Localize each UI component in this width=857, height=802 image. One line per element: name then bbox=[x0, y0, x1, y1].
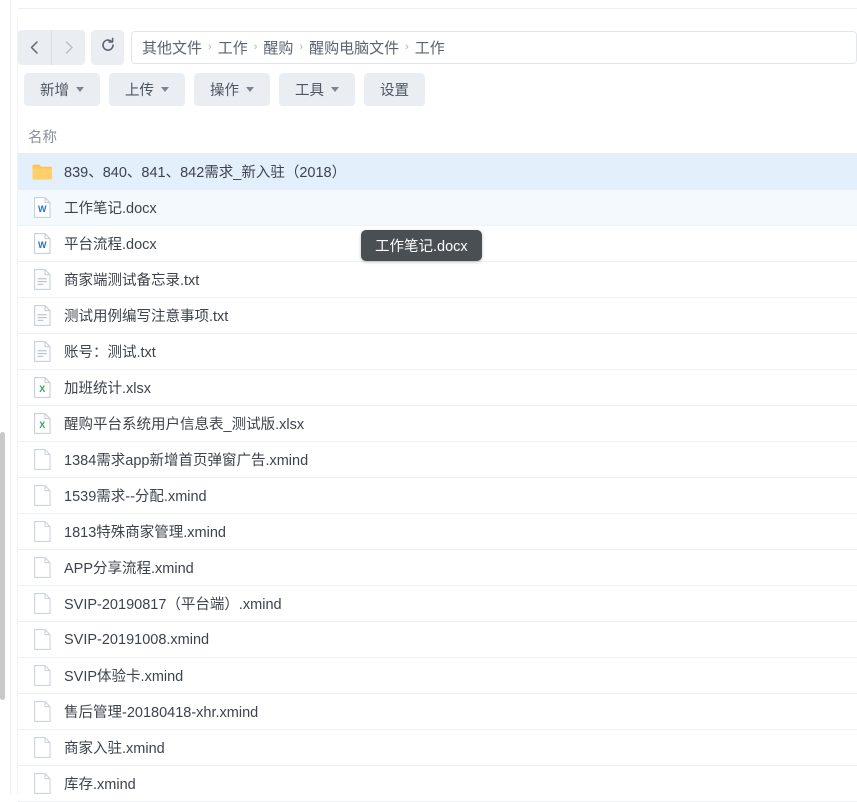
blank-file-icon bbox=[30, 521, 54, 542]
blank-file-icon bbox=[30, 557, 54, 578]
chevron-down-icon bbox=[246, 87, 254, 92]
word-file-icon: W bbox=[30, 233, 54, 254]
main-content: 其他文件 › 工作 › 醒购 › 醒购电脑文件 › 工作 新增 上传 操作 工具… bbox=[18, 0, 857, 802]
actions-button[interactable]: 操作 bbox=[194, 73, 270, 106]
column-header-name[interactable]: 名称 bbox=[28, 126, 57, 147]
file-name[interactable]: 1539需求--分配.xmind bbox=[64, 485, 207, 506]
file-name[interactable]: 库存.xmind bbox=[64, 773, 136, 794]
word-file-icon: W bbox=[30, 197, 54, 218]
blank-file-icon bbox=[30, 485, 54, 506]
refresh-icon bbox=[100, 37, 116, 58]
file-name[interactable]: SVIP-20191008.xmind bbox=[64, 632, 209, 648]
blank-file-icon bbox=[30, 737, 54, 758]
text-file-icon bbox=[30, 305, 54, 326]
blank-file-icon bbox=[30, 593, 54, 614]
file-row[interactable]: X 加班统计.xlsx bbox=[18, 370, 857, 406]
settings-button-label: 设置 bbox=[380, 83, 409, 99]
file-row[interactable]: 商家端测试备忘录.txt bbox=[18, 262, 857, 298]
tools-button-label: 工具 bbox=[295, 83, 324, 99]
breadcrumb-item-1[interactable]: 工作 bbox=[218, 37, 248, 58]
file-name[interactable]: 醒购平台系统用户信息表_测试版.xlsx bbox=[64, 413, 304, 434]
upload-button-label: 上传 bbox=[125, 83, 154, 99]
blank-file-icon bbox=[30, 701, 54, 722]
breadcrumb-bar[interactable]: 其他文件 › 工作 › 醒购 › 醒购电脑文件 › 工作 bbox=[131, 31, 857, 64]
file-row[interactable]: 库存.xmind bbox=[18, 766, 857, 802]
file-row[interactable]: 商家入驻.xmind bbox=[18, 730, 857, 766]
page-scrollbar[interactable] bbox=[0, 0, 6, 794]
chevron-down-icon bbox=[76, 87, 84, 92]
file-row[interactable]: 账号：测试.txt bbox=[18, 334, 857, 370]
forward-button[interactable] bbox=[52, 30, 85, 65]
file-name[interactable]: SVIP-20190817（平台端）.xmind bbox=[64, 593, 282, 614]
file-name[interactable]: 1813特殊商家管理.xmind bbox=[64, 521, 226, 542]
svg-text:W: W bbox=[38, 240, 47, 250]
svg-text:X: X bbox=[39, 384, 45, 394]
svg-text:W: W bbox=[38, 204, 47, 214]
text-file-icon bbox=[30, 341, 54, 362]
breadcrumb-separator: › bbox=[299, 40, 304, 53]
list-header: 名称 bbox=[18, 118, 857, 154]
nav-history-group bbox=[18, 30, 85, 65]
folder-icon bbox=[30, 163, 54, 180]
file-row[interactable]: 1384需求app新增首页弹窗广告.xmind bbox=[18, 442, 857, 478]
file-name[interactable]: 账号：测试.txt bbox=[64, 341, 156, 362]
breadcrumb-separator: › bbox=[253, 40, 258, 53]
left-divider-outer bbox=[10, 0, 11, 794]
navigation-bar: 其他文件 › 工作 › 醒购 › 醒购电脑文件 › 工作 bbox=[18, 30, 857, 65]
file-name[interactable]: SVIP体验卡.xmind bbox=[64, 665, 183, 686]
file-name[interactable]: 1384需求app新增首页弹窗广告.xmind bbox=[64, 449, 308, 470]
new-button[interactable]: 新增 bbox=[24, 73, 100, 106]
file-name[interactable]: 商家入驻.xmind bbox=[64, 737, 165, 758]
breadcrumb-item-2[interactable]: 醒购 bbox=[263, 37, 293, 58]
chevron-down-icon bbox=[331, 87, 339, 92]
file-row[interactable]: 1539需求--分配.xmind bbox=[18, 478, 857, 514]
chevron-right-icon bbox=[62, 40, 75, 55]
file-row[interactable]: W 工作笔记.docx bbox=[18, 190, 857, 226]
file-name[interactable]: 工作笔记.docx bbox=[64, 197, 157, 218]
breadcrumb-item-3[interactable]: 醒购电脑文件 bbox=[309, 37, 399, 58]
back-button[interactable] bbox=[18, 30, 52, 65]
top-divider bbox=[18, 8, 857, 9]
blank-file-icon bbox=[30, 449, 54, 470]
toolbar: 新增 上传 操作 工具 设置 bbox=[24, 73, 425, 106]
breadcrumb-item-4[interactable]: 工作 bbox=[415, 37, 445, 58]
file-row[interactable]: 839、840、841、842需求_新入驻（2018） bbox=[18, 154, 857, 190]
settings-button[interactable]: 设置 bbox=[364, 73, 425, 106]
text-file-icon bbox=[30, 269, 54, 290]
file-row[interactable]: SVIP-20190817（平台端）.xmind bbox=[18, 586, 857, 622]
breadcrumb-item-0[interactable]: 其他文件 bbox=[142, 37, 202, 58]
blank-file-icon bbox=[30, 629, 54, 650]
file-name-tooltip: 工作笔记.docx bbox=[361, 230, 482, 261]
chevron-left-icon bbox=[28, 40, 41, 55]
blank-file-icon bbox=[30, 773, 54, 794]
svg-text:X: X bbox=[39, 420, 45, 430]
file-name[interactable]: APP分享流程.xmind bbox=[64, 557, 194, 578]
file-row[interactable]: 售后管理-20180418-xhr.xmind bbox=[18, 694, 857, 730]
new-button-label: 新增 bbox=[40, 83, 69, 99]
file-row[interactable]: SVIP体验卡.xmind bbox=[18, 658, 857, 694]
excel-file-icon: X bbox=[30, 377, 54, 398]
blank-file-icon bbox=[30, 665, 54, 686]
chevron-down-icon bbox=[161, 87, 169, 92]
page-scrollbar-thumb[interactable] bbox=[0, 432, 5, 700]
file-manager-page: 其他文件 › 工作 › 醒购 › 醒购电脑文件 › 工作 新增 上传 操作 工具… bbox=[0, 0, 857, 802]
breadcrumb-separator: › bbox=[405, 40, 409, 53]
file-name[interactable]: 商家端测试备忘录.txt bbox=[64, 269, 199, 290]
file-name[interactable]: 平台流程.docx bbox=[64, 233, 157, 254]
file-row[interactable]: 测试用例编写注意事项.txt bbox=[18, 298, 857, 334]
file-name[interactable]: 839、840、841、842需求_新入驻（2018） bbox=[64, 161, 346, 182]
file-name[interactable]: 测试用例编写注意事项.txt bbox=[64, 305, 228, 326]
file-name[interactable]: 加班统计.xlsx bbox=[64, 377, 151, 398]
upload-button[interactable]: 上传 bbox=[109, 73, 185, 106]
file-row[interactable]: SVIP-20191008.xmind bbox=[18, 622, 857, 658]
file-row[interactable]: 1813特殊商家管理.xmind bbox=[18, 514, 857, 550]
breadcrumb-separator: › bbox=[208, 40, 212, 53]
file-row[interactable]: APP分享流程.xmind bbox=[18, 550, 857, 586]
tools-button[interactable]: 工具 bbox=[279, 73, 355, 106]
file-row[interactable]: X 醒购平台系统用户信息表_测试版.xlsx bbox=[18, 406, 857, 442]
actions-button-label: 操作 bbox=[210, 83, 239, 99]
file-name[interactable]: 售后管理-20180418-xhr.xmind bbox=[64, 701, 258, 722]
refresh-button[interactable] bbox=[91, 30, 124, 65]
excel-file-icon: X bbox=[30, 413, 54, 434]
